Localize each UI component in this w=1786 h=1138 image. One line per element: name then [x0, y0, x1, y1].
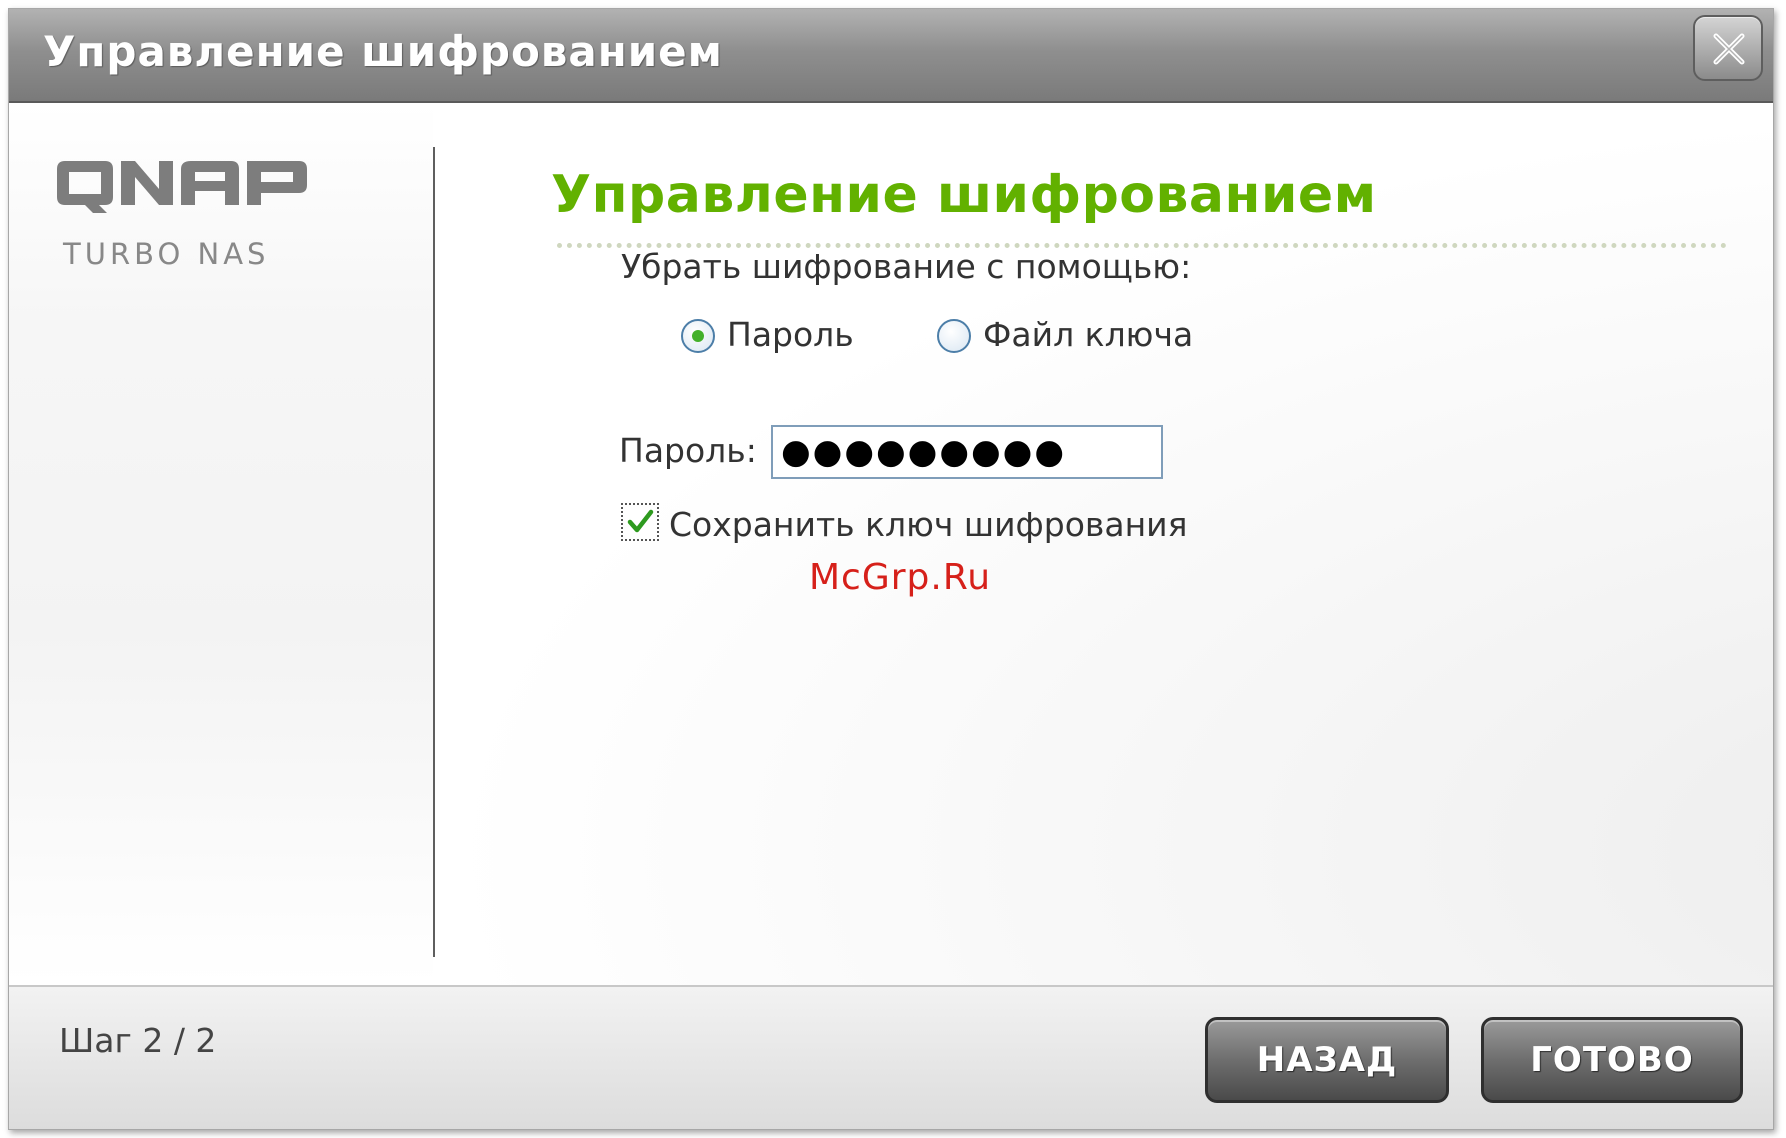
title-bar: Управление шифрованием [9, 9, 1773, 103]
checkmark-icon [627, 509, 654, 533]
qnap-logo [57, 161, 307, 213]
save-key-label[interactable]: Сохранить ключ шифрования [669, 505, 1187, 544]
radio-key-file-label[interactable]: Файл ключа [983, 315, 1193, 354]
content-heading: Управление шифрованием [551, 165, 1377, 225]
encryption-dialog: Управление шифрованием TURBO NAS Управле… [8, 8, 1774, 1130]
dialog-footer: Шаг 2 / 2 НАЗАД ГОТОВО [9, 985, 1773, 1129]
left-panel: TURBO NAS [9, 103, 433, 985]
close-icon [1713, 33, 1745, 65]
dialog-body: TURBO NAS Управление шифрованием Убрать … [9, 103, 1773, 985]
close-button[interactable] [1693, 15, 1763, 81]
radio-key-file[interactable] [937, 319, 971, 353]
save-key-checkbox[interactable] [621, 503, 659, 541]
radio-password-label[interactable]: Пароль [727, 315, 854, 354]
password-input[interactable]: ●●●●●●●●● [771, 425, 1163, 479]
watermark: McGrp.Ru [809, 557, 992, 598]
window-title: Управление шифрованием [43, 27, 723, 76]
background-swoosh [435, 103, 1773, 985]
done-button[interactable]: ГОТОВО [1481, 1017, 1743, 1103]
remove-encryption-label: Убрать шифрование с помощью: [621, 247, 1192, 286]
radio-password[interactable] [681, 319, 715, 353]
password-label: Пароль: [619, 431, 757, 470]
back-button[interactable]: НАЗАД [1205, 1017, 1449, 1103]
step-indicator: Шаг 2 / 2 [59, 1021, 217, 1060]
logo-subtitle: TURBO NAS [63, 237, 270, 271]
